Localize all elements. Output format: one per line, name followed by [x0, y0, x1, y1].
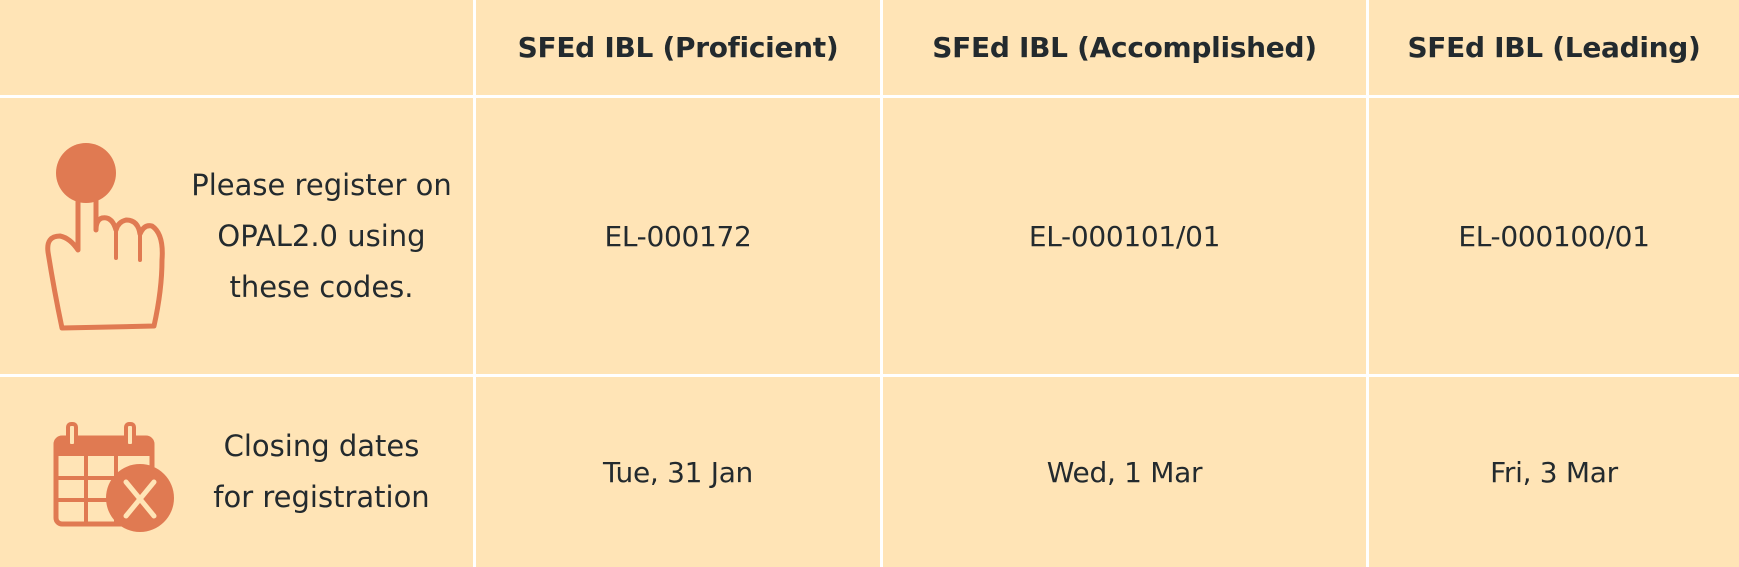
closing-dates-line: for registration: [213, 480, 430, 514]
date-proficient: Tue, 31 Jan: [602, 455, 754, 489]
header-proficient: SFEd IBL (Proficient): [517, 31, 839, 64]
pointing-hand-icon: [45, 143, 165, 331]
registration-table: SFEd IBL (Proficient) SFEd IBL (Accompli…: [0, 0, 1739, 567]
register-instruction: Please register on OPAL2.0 using these c…: [170, 98, 473, 374]
register-instruction-line: Please register on: [191, 167, 452, 202]
register-instruction-line: OPAL2.0 using: [217, 218, 426, 253]
header-leading: SFEd IBL (Leading): [1407, 31, 1701, 64]
code-accomplished: EL-000101/01: [1028, 219, 1221, 253]
calendar-cancel-icon: [53, 422, 174, 532]
code-proficient: EL-000172: [604, 219, 752, 253]
date-leading: Fri, 3 Mar: [1490, 455, 1618, 489]
code-leading: EL-000100/01: [1458, 219, 1650, 253]
closing-dates-line: Closing dates: [223, 429, 420, 463]
closing-dates-label: Closing dates for registration: [170, 377, 473, 567]
register-instruction-line: these codes.: [229, 269, 414, 304]
header-accomplished: SFEd IBL (Accomplished): [932, 31, 1317, 64]
date-accomplished: Wed, 1 Mar: [1046, 455, 1203, 489]
